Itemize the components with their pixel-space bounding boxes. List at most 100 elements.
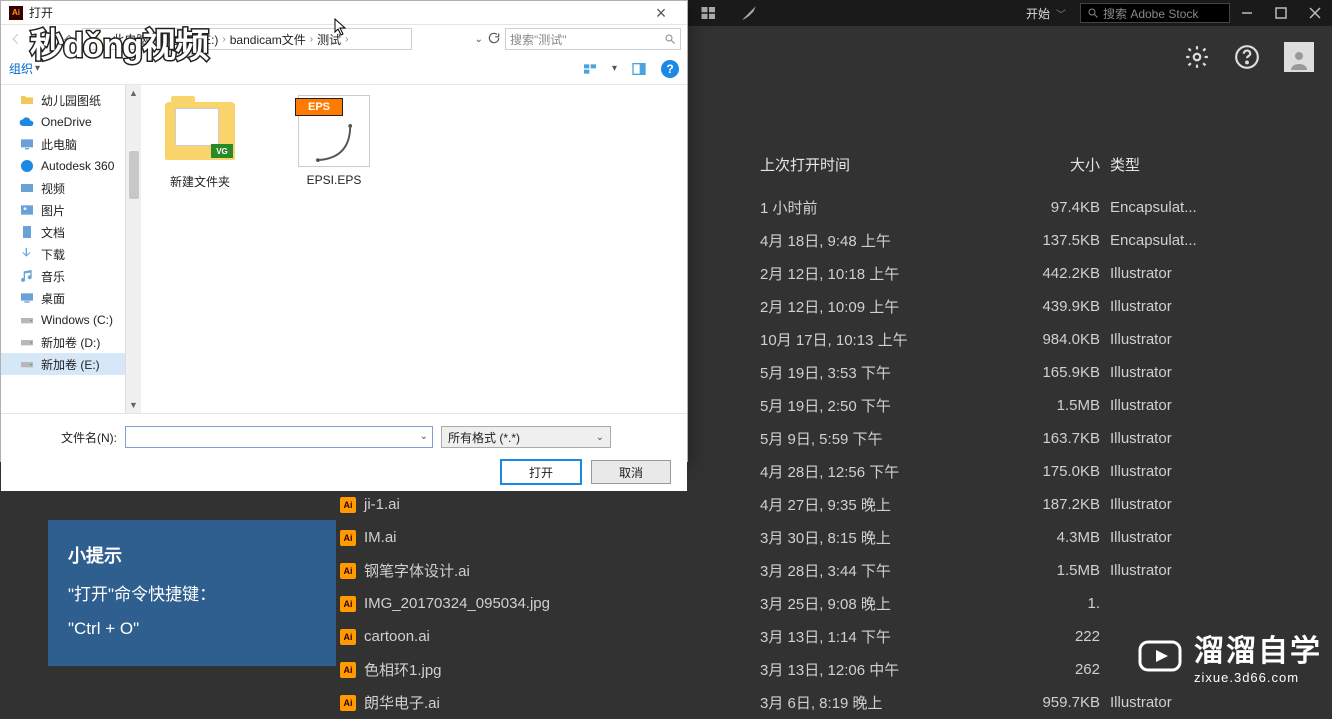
row-opened: 3月 28日, 3:44 下午 [760, 560, 1020, 581]
search-icon [664, 33, 676, 45]
row-opened: 5月 9日, 5:59 下午 [760, 428, 1020, 449]
list-row[interactable]: AiIMG_20170324_095034.jpg3月 25日, 9:08 晚上… [340, 587, 1322, 620]
sidebar-item[interactable]: OneDrive [1, 111, 140, 133]
row-size: 163.7KB [1020, 430, 1110, 447]
open-button[interactable]: 打开 [501, 460, 581, 484]
gear-icon[interactable] [1184, 44, 1210, 70]
file-item-eps[interactable]: EPS EPSI.EPS [289, 95, 379, 187]
nav-back-button[interactable] [7, 30, 25, 48]
breadcrumb-item[interactable]: bandicam文件 [230, 31, 306, 48]
search-icon [1087, 7, 1099, 19]
refresh-button[interactable] [487, 31, 501, 48]
row-opened: 3月 13日, 12:06 中午 [760, 659, 1020, 680]
row-opened: 2月 12日, 10:09 上午 [760, 296, 1020, 317]
sidebar-item[interactable]: Windows (C:) [1, 309, 140, 331]
file-area[interactable]: VG 新建文件夹 EPS EPSI.EPS [141, 85, 687, 413]
sidebar-item[interactable]: 新加卷 (E:) [1, 353, 140, 375]
filetype-value: 所有格式 (*.*) [448, 429, 520, 446]
col-size[interactable]: 大小 [1020, 154, 1110, 175]
start-label[interactable]: 开始 [1026, 5, 1050, 22]
row-size: 439.9KB [1020, 298, 1110, 315]
row-opened: 10月 17日, 10:13 上午 [760, 329, 1020, 350]
sidebar-item[interactable]: Autodesk 360 [1, 155, 140, 177]
cancel-button[interactable]: 取消 [591, 460, 671, 484]
row-opened: 4月 28日, 12:56 下午 [760, 461, 1020, 482]
ai-logo-icon: Ai [9, 6, 23, 20]
row-name: Aiji-1.ai [340, 496, 760, 513]
sidebar-item[interactable]: 下载 [1, 243, 140, 265]
list-row[interactable]: AiIM.ai3月 30日, 8:15 晚上4.3MBIllustrator [340, 521, 1322, 554]
preview-pane-button[interactable] [631, 61, 647, 77]
filename-input[interactable]: ⌄ [125, 426, 433, 448]
sidebar-item[interactable]: 视频 [1, 177, 140, 199]
eps-badge: EPS [295, 98, 343, 116]
row-type: Illustrator [1110, 562, 1320, 579]
row-size: 984.0KB [1020, 331, 1110, 348]
sidebar-scrollbar[interactable]: ▲ ▼ [125, 85, 141, 413]
row-type: Encapsulat... [1110, 232, 1320, 249]
folder-icon: VG [165, 102, 235, 160]
row-opened: 3月 13日, 1:14 下午 [760, 626, 1020, 647]
sidebar-item-label: 幼儿园图纸 [41, 92, 101, 109]
user-avatar[interactable] [1284, 42, 1314, 72]
row-type: Illustrator [1110, 496, 1320, 513]
scroll-thumb[interactable] [129, 151, 139, 199]
col-opened[interactable]: 上次打开时间 [760, 154, 1020, 175]
sidebar-item-label: 新加卷 (D:) [41, 334, 100, 351]
row-size: 4.3MB [1020, 529, 1110, 546]
sidebar-item-label: 音乐 [41, 268, 65, 285]
sidebar-item-label: Windows (C:) [41, 313, 113, 327]
folder-badge: VG [211, 144, 233, 158]
row-type: Illustrator [1110, 430, 1320, 447]
row-opened: 5月 19日, 3:53 下午 [760, 362, 1020, 383]
open-file-dialog: Ai 打开 × ▾ › 此电脑› 新加卷 (E:)› bandicam文件› 测… [0, 0, 688, 462]
scroll-down-icon[interactable]: ▼ [129, 397, 138, 413]
col-type[interactable]: 类型 [1110, 154, 1320, 175]
watermark-logo: 秒dǒng视频 [30, 18, 208, 67]
brand-url: zixue.3d66.com [1194, 670, 1322, 685]
help-icon[interactable] [1234, 44, 1260, 70]
dialog-help-button[interactable]: ? [661, 60, 679, 78]
app-header-icons [1184, 42, 1314, 72]
row-name: AiIM.ai [340, 529, 760, 546]
sidebar-item[interactable]: 音乐 [1, 265, 140, 287]
minimize-button[interactable] [1230, 0, 1264, 26]
row-name: AiIMG_20170324_095034.jpg [340, 595, 760, 612]
scroll-up-icon[interactable]: ▲ [129, 85, 138, 101]
breadcrumb-dropdown[interactable]: ⌄ [475, 34, 483, 45]
view-mode-button[interactable] [582, 61, 598, 77]
row-type: Illustrator [1110, 331, 1320, 348]
sidebar-item[interactable]: 新加卷 (D:) [1, 331, 140, 353]
sidebar-item[interactable]: 文档 [1, 221, 140, 243]
stock-search-input[interactable]: 搜索 Adobe Stock [1080, 3, 1230, 23]
window-icon [700, 4, 718, 22]
corner-brand: 溜溜自学 zixue.3d66.com [1136, 626, 1322, 685]
dialog-search-input[interactable]: 搜索"测试" [505, 28, 681, 50]
maximize-button[interactable] [1264, 0, 1298, 26]
close-app-button[interactable] [1298, 0, 1332, 26]
sidebar-item[interactable]: 图片 [1, 199, 140, 221]
sidebar-item-label: 下载 [41, 246, 65, 263]
sidebar-item[interactable]: 此电脑 [1, 133, 140, 155]
brand-name: 溜溜自学 [1194, 626, 1322, 670]
file-item-folder[interactable]: VG 新建文件夹 [155, 95, 245, 190]
list-row[interactable]: Aiji-1.ai4月 27日, 9:35 晚上187.2KBIllustrat… [340, 488, 1322, 521]
row-name: Ai钢笔字体设计.ai [340, 560, 760, 581]
row-opened: 4月 18日, 9:48 上午 [760, 230, 1020, 251]
row-size: 165.9KB [1020, 364, 1110, 381]
list-row[interactable]: Ai钢笔字体设计.ai3月 28日, 3:44 下午1.5MBIllustrat… [340, 554, 1322, 587]
filetype-select[interactable]: 所有格式 (*.*) ⌄ [441, 426, 611, 448]
row-size: 1.5MB [1020, 562, 1110, 579]
row-type: Illustrator [1110, 529, 1320, 546]
file-label: EPSI.EPS [289, 173, 379, 187]
dialog-close-button[interactable]: × [643, 6, 679, 20]
row-opened: 4月 27日, 9:35 晚上 [760, 494, 1020, 515]
play-logo-icon [1136, 632, 1184, 680]
sidebar-item[interactable]: 桌面 [1, 287, 140, 309]
row-size: 175.0KB [1020, 463, 1110, 480]
sidebar-item[interactable]: 幼儿园图纸 [1, 89, 140, 111]
stock-search-placeholder: 搜索 Adobe Stock [1103, 5, 1198, 22]
start-chevron-icon[interactable]: ﹀ [1056, 6, 1066, 21]
filename-label: 文件名(N): [17, 429, 117, 446]
row-type: Illustrator [1110, 463, 1320, 480]
